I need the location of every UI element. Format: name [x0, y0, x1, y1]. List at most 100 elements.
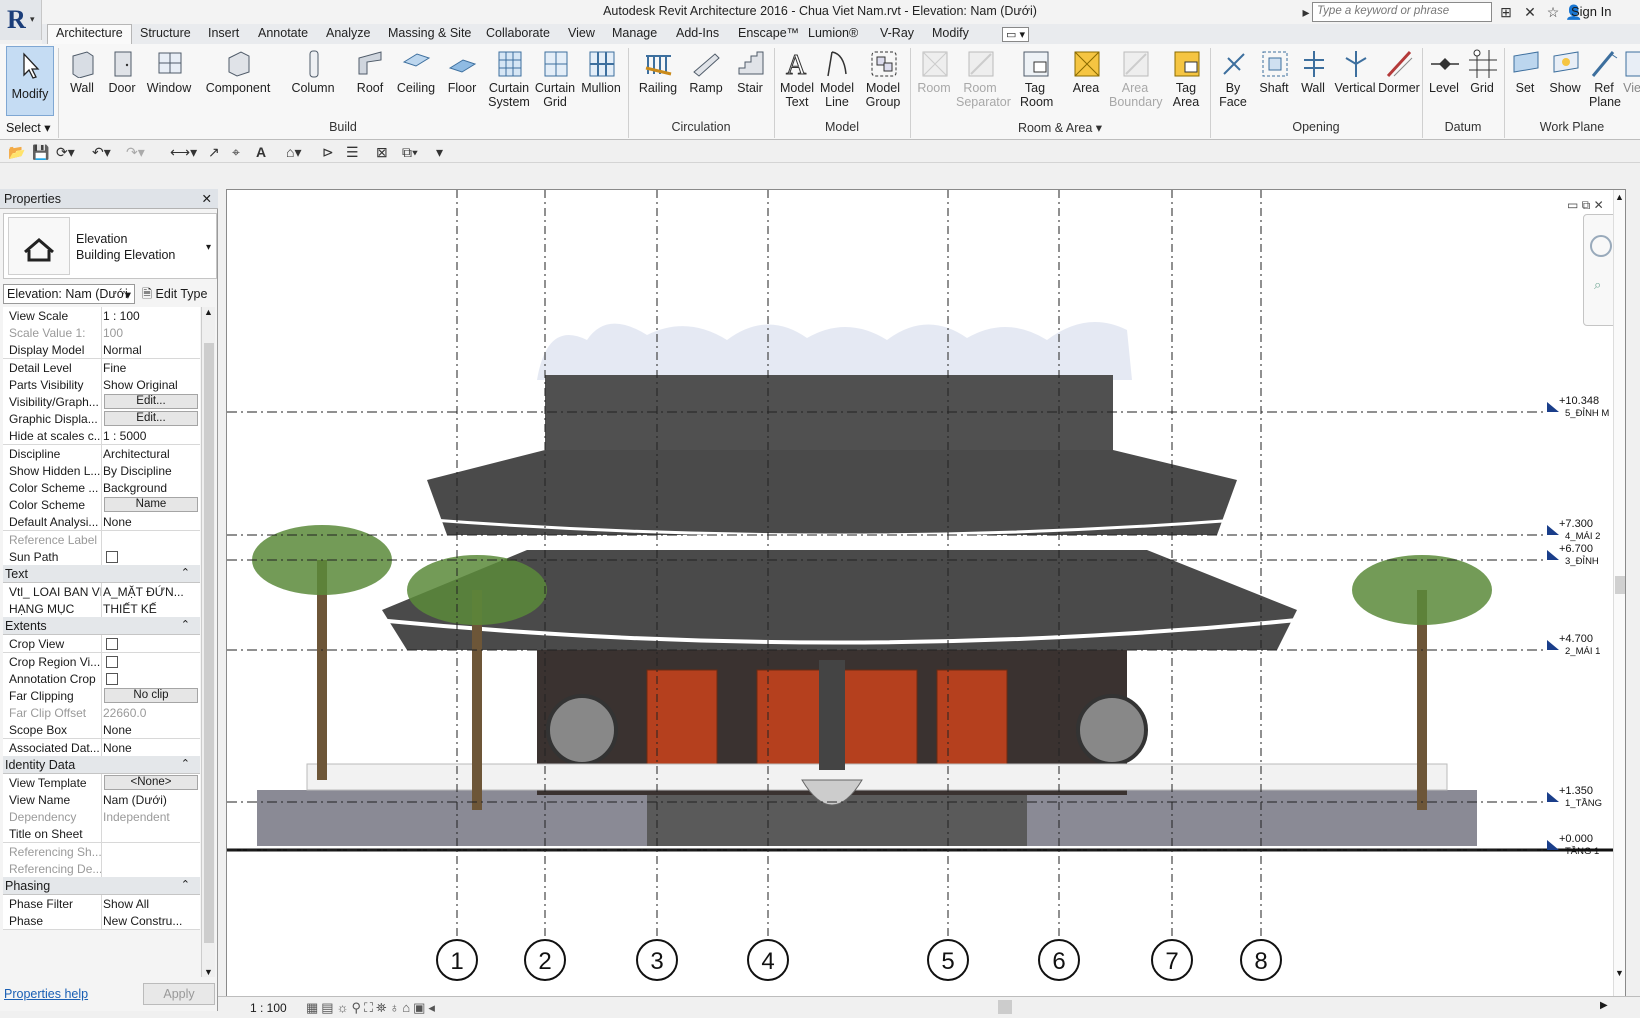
type-selector[interactable]: Elevation Building Elevation ▾ [3, 213, 217, 279]
property-row[interactable]: Crop Region Vi... [3, 652, 200, 671]
search-input[interactable]: Type a keyword or phrase [1312, 2, 1492, 22]
search-expand-icon[interactable]: ▸ [1298, 4, 1314, 20]
door-button[interactable]: Door [104, 46, 140, 95]
level-button[interactable]: Level [1426, 46, 1462, 95]
view-scale-control[interactable]: 1 : 100 [250, 1001, 287, 1015]
property-value[interactable]: Nam (Dưới) [103, 793, 197, 807]
dormer-button[interactable]: Dormer [1376, 46, 1422, 95]
tab-vray[interactable]: V-Ray [880, 26, 914, 40]
communication-icon[interactable]: ✕ [1522, 4, 1538, 20]
property-row[interactable]: View Scale 1 : 100 [3, 307, 200, 325]
horizontal-scroll-thumb[interactable] [998, 1000, 1012, 1014]
column-button[interactable]: Column [290, 46, 336, 95]
sign-in-link[interactable]: Sign In [1571, 4, 1611, 19]
select-dropdown[interactable]: Select ▾ [6, 120, 51, 135]
tab-modify[interactable]: Modify [932, 26, 969, 40]
redo-icon[interactable]: ↷▾ [126, 144, 145, 161]
area-boundary-button[interactable]: Area Boundary [1108, 46, 1163, 109]
property-row[interactable]: Annotation Crop [3, 669, 200, 688]
roof-button[interactable]: Roof [352, 46, 388, 95]
property-row[interactable]: Detail Level Fine [3, 358, 200, 377]
view-control-icons[interactable]: ▦▤☼⚲⛶⛯♁⌂▣◂ [306, 1000, 438, 1016]
scroll-up-icon[interactable]: ▲ [1615, 192, 1624, 202]
property-row[interactable]: Hide at scales c... 1 : 5000 [3, 427, 200, 446]
close-hidden-icon[interactable]: ⊠ [376, 144, 388, 161]
ceiling-button[interactable]: Ceiling [396, 46, 436, 95]
property-row[interactable]: HẠNG MỤC THIẾT KẾ [3, 600, 200, 619]
scroll-thumb[interactable] [204, 343, 214, 943]
railing-button[interactable]: Railing [636, 46, 680, 95]
ref-plane-button[interactable]: Ref Plane [1586, 46, 1622, 109]
property-value[interactable]: Fine [103, 361, 197, 375]
room-button[interactable]: Room [914, 46, 954, 95]
ribbon-minimize-icon[interactable]: ▭ ▾ [1002, 27, 1029, 42]
viewer-button[interactable]: Vie [1622, 46, 1640, 95]
open-icon[interactable]: 📂 [8, 144, 25, 161]
scroll-thumb[interactable] [1615, 576, 1625, 594]
property-row[interactable]: Scope Box None [3, 721, 200, 740]
property-button[interactable]: <None> [104, 774, 198, 790]
tab-massing-site[interactable]: Massing & Site [388, 26, 471, 40]
tab-manage[interactable]: Manage [612, 26, 657, 40]
binoculars-icon[interactable]: ⊞ [1498, 4, 1514, 20]
model-group-button[interactable]: Model Group [862, 46, 904, 109]
model-line-button[interactable]: Model Line [818, 46, 856, 109]
property-checkbox[interactable] [106, 638, 118, 651]
property-value[interactable]: None [103, 723, 197, 737]
property-checkbox[interactable] [106, 672, 118, 685]
section-header-text[interactable]: Text ⌃ [3, 565, 200, 583]
property-row[interactable]: Default Analysi... None [3, 513, 200, 532]
property-checkbox[interactable] [106, 655, 118, 668]
property-row[interactable]: Title on Sheet [3, 825, 200, 844]
property-row[interactable]: Scale Value 1: 100 [3, 324, 200, 343]
tab-add-ins[interactable]: Add-Ins [676, 26, 719, 40]
tab-analyze[interactable]: Analyze [326, 26, 370, 40]
sync-icon[interactable]: ⟳▾ [56, 144, 75, 161]
modify-button[interactable]: Modify [6, 46, 54, 116]
elevation-view-canvas[interactable]: 1 2 3 4 5 6 7 8 +10.348 5_ĐỈNH M +7.300 4_MÁI 2 +6.7… [226, 189, 1626, 997]
tab-view[interactable]: View [568, 26, 595, 40]
collapse-icon[interactable]: ⌃ [181, 878, 190, 891]
property-value[interactable]: None [103, 741, 197, 755]
vertical-scrollbar[interactable]: ▲ ▼ [1613, 190, 1625, 996]
property-row[interactable]: Show Hidden L... By Discipline [3, 461, 200, 480]
tab-insert[interactable]: Insert [208, 26, 239, 40]
section-header-phasing[interactable]: Phasing ⌃ [3, 877, 200, 895]
property-value[interactable]: Background [103, 481, 197, 495]
property-value[interactable]: 1 : 100 [103, 309, 197, 323]
customize-qat-icon[interactable]: ▾ [436, 144, 443, 161]
properties-scrollbar[interactable]: ▲ ▼ [201, 307, 215, 977]
aligned-dimension-icon[interactable]: ↗ [208, 144, 220, 161]
property-value[interactable]: By Discipline [103, 464, 197, 478]
area-button[interactable]: Area [1066, 46, 1106, 95]
curtain-grid-button[interactable]: Curtain Grid [534, 46, 576, 109]
property-row[interactable]: Sun Path [3, 547, 200, 566]
collapse-icon[interactable]: ⌃ [181, 566, 190, 579]
set-button[interactable]: Set [1508, 46, 1542, 95]
property-button[interactable]: Edit... [104, 394, 198, 409]
property-row[interactable]: Parts Visibility Show Original [3, 375, 200, 394]
steering-wheel-icon[interactable] [1590, 235, 1612, 257]
property-row[interactable]: Referencing De... [3, 859, 200, 878]
property-checkbox[interactable] [106, 550, 118, 563]
window-button[interactable]: Window [146, 46, 192, 95]
property-value[interactable]: 1 : 5000 [103, 429, 197, 443]
thin-lines-icon[interactable]: ☰ [346, 144, 359, 161]
properties-help-link[interactable]: Properties help [4, 987, 88, 1001]
wall-button[interactable]: Wall [64, 46, 100, 95]
section-header-extents[interactable]: Extents ⌃ [3, 617, 200, 636]
ramp-button[interactable]: Ramp [688, 46, 724, 95]
favorites-icon[interactable]: ☆ [1545, 4, 1561, 20]
property-row[interactable]: Color Scheme ... Background [3, 479, 200, 497]
property-value[interactable]: A_MẶT ĐỨN... [103, 585, 197, 599]
property-value[interactable]: Normal [103, 343, 197, 357]
property-row[interactable]: Referencing Sh... [3, 842, 200, 861]
view-window-controls[interactable]: ▭ ⧉ ✕ [1567, 198, 1604, 213]
save-icon[interactable]: 💾 [32, 144, 49, 161]
property-value[interactable]: New Constru... [103, 914, 197, 928]
zoom-icon[interactable]: ⌕ [1594, 277, 1601, 293]
property-row[interactable]: Graphic Displa... Edit... [3, 410, 200, 429]
measure-icon[interactable]: ⟷▾ [170, 144, 197, 161]
group-room-area-label[interactable]: Room & Area ▾ [910, 120, 1210, 135]
component-button[interactable]: Component [204, 46, 272, 95]
